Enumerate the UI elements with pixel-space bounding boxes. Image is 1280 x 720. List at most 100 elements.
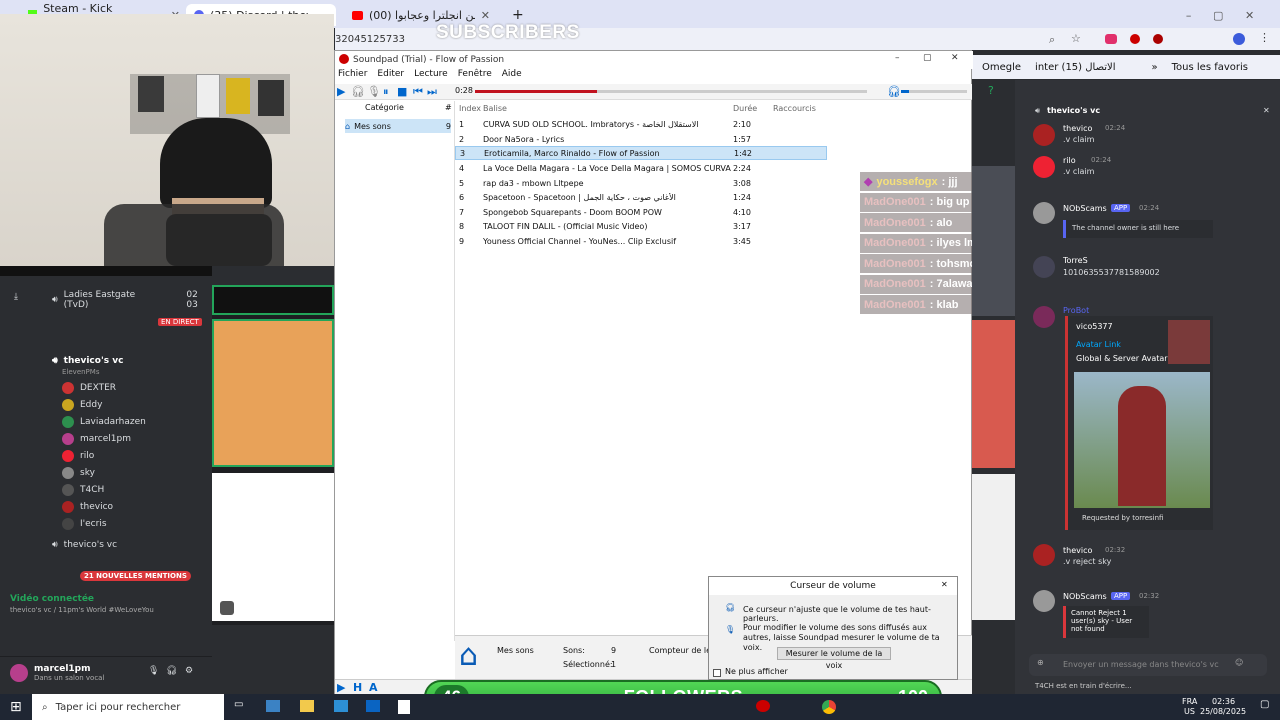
menu-edit[interactable]: Editer [377,69,404,83]
video-tile[interactable] [212,473,334,621]
avatar[interactable] [1033,256,1055,278]
headphones-icon[interactable]: 🎧︎ [351,85,365,98]
video-tile[interactable] [212,319,334,467]
menu-window[interactable]: Fenêtre [458,69,492,83]
star-icon[interactable]: ☆ [1071,32,1081,45]
bookmark-all[interactable]: Tous les favoris [1172,62,1248,73]
voice-channel[interactable]: 🔊︎ Ladies Eastgate (TvD) 02 03 [52,290,212,310]
minimize-icon[interactable]: – [1186,9,1192,22]
list-item[interactable]: 2 Door Na5ora - Lyrics 1:57 [455,132,827,146]
member-item[interactable]: sky [62,467,95,479]
pause-icon[interactable]: ⏸ [383,85,389,99]
close-icon[interactable]: ✕ [1263,106,1270,115]
play-icon[interactable]: ▶ [337,681,345,694]
gear-icon[interactable]: ⚙ [185,666,193,676]
add-icon[interactable]: ⊕ [1037,658,1044,667]
avatar-link[interactable]: Avatar Link [1076,340,1121,349]
thumbnail-image[interactable] [1168,320,1210,364]
vscode-icon[interactable] [334,700,348,712]
profile-avatar[interactable] [1233,33,1245,45]
chevron-right-icon[interactable]: » [1152,62,1158,73]
list-item[interactable]: 1 CURVA SUD OLD SCHOOL. Imbratorys - الاس… [455,117,827,131]
voice-channel[interactable]: 🔊︎ thevico's vc [52,540,117,550]
auto-icon[interactable]: A [369,681,378,694]
outlook-icon[interactable] [366,700,380,712]
minimize-icon[interactable]: – [895,53,900,63]
member-item[interactable]: thevico [62,501,113,513]
zoom-icon[interactable]: ⌕ [1049,33,1055,47]
notification-icon[interactable]: ▢ [1260,699,1269,710]
list-item[interactable]: 8 TALOOT FIN DALIL - (Official Music Vide… [455,219,827,233]
member-item[interactable]: I'ecris [62,518,107,530]
member-item[interactable]: T4CH [62,484,104,496]
member-item[interactable]: Laviadarhazen [62,416,146,428]
bookmark-omegle[interactable]: Omegle [982,62,1021,73]
previous-icon[interactable]: ⏮ [413,85,423,99]
seek-bar[interactable] [475,90,867,93]
file-explorer-icon[interactable] [300,700,314,712]
avatar[interactable] [1033,590,1055,612]
task-view-icon[interactable]: ▭ [234,699,243,710]
help-icon[interactable]: ? [988,84,994,97]
avatar-image[interactable] [1074,372,1210,508]
close-icon[interactable]: ✕ [941,580,948,589]
headphones-icon[interactable]: 🎧︎ [166,666,177,676]
volume-slider[interactable] [901,90,967,93]
list-item-selected[interactable]: 3 Eroticamila, Marco Rinaldo - Flow of Pa… [455,146,827,160]
menu-file[interactable]: Fichier [338,69,367,83]
document-icon[interactable] [398,700,410,714]
video-tile[interactable] [972,166,1015,316]
maximize-icon[interactable]: ▢ [1213,9,1223,22]
menu-dots-icon[interactable]: ⋮ [1259,31,1270,44]
maximize-icon[interactable]: ▢ [923,53,932,63]
download-icon[interactable]: ⤓ [14,292,18,302]
avatar[interactable] [1033,156,1055,178]
extension-icon[interactable] [1153,34,1163,44]
list-item[interactable]: 6 Spacetoon - Spacetoon | الأغاني صوت ، ح… [455,190,827,204]
measure-voice-button[interactable]: Mesurer le volume de la voix [777,647,891,670]
play-icon[interactable]: ▶ [337,85,345,98]
member-item[interactable]: Eddy [62,399,102,411]
menu-play[interactable]: Lecture [414,69,448,83]
message-input[interactable]: ⊕ Envoyer un message dans thevico's vc ☺ [1029,654,1267,676]
mic-icon[interactable]: 🎙︎ [148,666,159,676]
mic-icon[interactable]: 🎙︎ [367,85,381,98]
avatar[interactable] [1033,544,1055,566]
next-icon[interactable]: ⏭ [427,85,437,99]
close-icon[interactable]: ✕ [1245,9,1254,22]
voice-channel-active[interactable]: 🔊︎ thevico's vc [52,356,123,366]
hotkey-icon[interactable]: H [353,681,362,694]
screen-share-icon[interactable] [220,601,234,615]
taskbar-search[interactable]: ⌕ Taper ici pour rechercher [32,694,224,720]
member-item[interactable]: marcel1pm [62,433,131,445]
avatar[interactable] [1033,202,1055,224]
mentions-badge[interactable]: 21 NOUVELLES MENTIONS [80,571,191,581]
stop-icon[interactable]: ■ [397,85,407,98]
video-tile[interactable] [972,474,1015,620]
dont-show-checkbox[interactable] [713,669,721,677]
extension-icon[interactable] [1105,34,1117,44]
category-item[interactable]: ⌂ Mes sons 9 [345,119,451,133]
extension-icon[interactable] [1130,34,1140,44]
headphones-icon[interactable]: 🎧︎ [887,85,901,98]
member-item[interactable]: rilo [62,450,94,462]
menu-help[interactable]: Aide [502,69,522,83]
windows-start-icon[interactable]: ⊞ [10,699,22,715]
chrome-icon[interactable] [822,700,836,714]
list-item[interactable]: 4 La Voce Della Magara - La Voce Della Ma… [455,161,827,175]
close-icon[interactable]: ✕ [481,9,490,22]
close-icon[interactable]: ✕ [951,53,959,63]
member-item[interactable]: DEXTER [62,382,116,394]
video-tile[interactable] [212,285,334,315]
bookmark-youtube[interactable]: inter الاتصال (15) [1035,62,1115,73]
soundpad-icon[interactable] [756,700,770,712]
avatar[interactable] [1033,124,1055,146]
user-avatar[interactable] [10,664,28,682]
app-icon[interactable] [266,700,280,712]
video-tile[interactable] [972,320,1015,468]
list-item[interactable]: 7 Spongebob Squarepants - Doom BOOM POW 4:… [455,205,827,219]
list-item[interactable]: 9 Youness Official Channel - YouNes... Cl… [455,234,827,248]
avatar[interactable] [1033,306,1055,328]
list-item[interactable]: 5 rap da3 - mbown Lltpepe 3:08 [455,176,827,190]
emoji-icon[interactable]: ☺ [1235,658,1243,667]
